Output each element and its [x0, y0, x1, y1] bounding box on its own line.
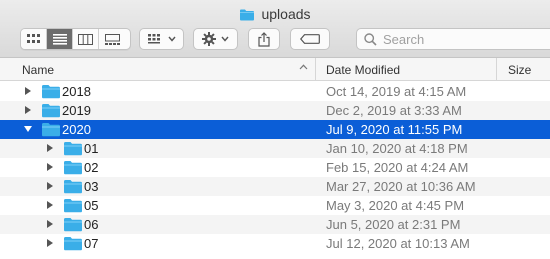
date-modified: Dec 2, 2019 at 3:33 AM — [326, 103, 462, 118]
folder-icon — [63, 179, 83, 197]
column-view-icon — [78, 33, 93, 45]
share-icon — [258, 31, 270, 47]
column-header: Name Date Modified Size — [0, 58, 550, 81]
list-view-icon — [52, 33, 67, 45]
file-name: 01 — [84, 141, 99, 156]
date-modified: Jul 9, 2020 at 11:55 PM — [326, 122, 463, 137]
disclosure-triangle-collapsed-icon[interactable] — [45, 200, 55, 210]
list-view-button[interactable] — [47, 29, 73, 49]
list-item[interactable]: 05 May 3, 2020 at 4:45 PM — [0, 196, 550, 215]
group-by-button[interactable] — [139, 28, 184, 50]
size-column-label: Size — [508, 62, 532, 77]
file-name: 2019 — [62, 103, 91, 118]
file-name: 05 — [84, 198, 99, 213]
date-modified: Jan 10, 2020 at 4:18 PM — [326, 141, 468, 156]
folder-icon — [36, 254, 56, 259]
date-modified: Oct 14, 2019 at 4:15 AM — [326, 84, 467, 99]
list-item[interactable]: 06 Jun 5, 2020 at 2:31 PM — [0, 215, 550, 234]
list-item[interactable]: 01 Jan 10, 2020 at 4:18 PM — [0, 139, 550, 158]
disclosure-triangle-collapsed-icon[interactable] — [45, 162, 55, 172]
folder-icon — [239, 8, 255, 21]
file-list: 2018 Oct 14, 2019 at 4:15 AM 2019 Dec 2, 20… — [0, 82, 550, 253]
list-item[interactable]: 2019 Dec 2, 2019 at 3:33 AM — [0, 101, 550, 120]
disclosure-triangle-collapsed-icon[interactable] — [45, 143, 55, 153]
group-by-icon — [147, 33, 160, 43]
list-item[interactable]: 03 Mar 27, 2020 at 10:36 AM — [0, 177, 550, 196]
folder-icon — [63, 141, 83, 159]
list-item[interactable]: 02 Feb 15, 2020 at 4:24 AM — [0, 158, 550, 177]
disclosure-triangle-collapsed-icon[interactable] — [45, 219, 55, 229]
list-item[interactable]: 2018 Oct 14, 2019 at 4:15 AM — [0, 82, 550, 101]
disclosure-triangle-collapsed-icon[interactable] — [23, 105, 33, 115]
icon-view-button[interactable] — [21, 29, 47, 49]
chevron-down-icon — [221, 36, 229, 42]
disclosure-triangle-collapsed-icon[interactable] — [45, 181, 55, 191]
date-modified-column-label: Date Modified — [326, 62, 401, 77]
file-name: 07 — [84, 236, 99, 251]
view-switcher — [20, 28, 131, 50]
window-title-text: uploads — [261, 6, 311, 22]
file-name: 06 — [84, 217, 99, 232]
file-name: 03 — [84, 179, 99, 194]
file-name: 2018 — [62, 84, 91, 99]
sort-ascending-icon — [299, 64, 308, 70]
disclosure-triangle-collapsed-icon[interactable] — [45, 238, 55, 248]
file-name: 02 — [84, 160, 99, 175]
tags-button[interactable] — [290, 28, 330, 50]
gear-icon — [202, 32, 216, 46]
search-input[interactable] — [383, 31, 533, 47]
list-item[interactable]: 07 Jul 12, 2020 at 10:13 AM — [0, 234, 550, 253]
folder-icon — [63, 217, 83, 235]
folder-icon — [41, 84, 61, 102]
column-view-button[interactable] — [73, 29, 99, 49]
list-item[interactable]: 2020 Jul 9, 2020 at 11:55 PM — [0, 120, 550, 139]
search-icon — [364, 32, 377, 46]
size-column-header[interactable]: Size — [497, 58, 550, 81]
folder-icon — [41, 103, 61, 121]
search-field[interactable] — [356, 28, 550, 50]
date-modified: Jun 5, 2020 at 2:31 PM — [326, 217, 461, 232]
folder-icon — [41, 122, 61, 140]
date-modified: May 3, 2020 at 4:45 PM — [326, 198, 465, 213]
date-modified-column-header[interactable]: Date Modified — [316, 58, 497, 81]
tag-icon — [300, 34, 320, 44]
disclosure-triangle-expanded-icon[interactable] — [23, 124, 33, 134]
disclosure-triangle-collapsed-icon[interactable] — [23, 86, 33, 96]
gallery-view-icon — [104, 33, 120, 45]
date-modified: Jul 12, 2020 at 10:13 AM — [326, 236, 470, 251]
action-button[interactable] — [193, 28, 238, 50]
folder-icon — [63, 198, 83, 216]
folder-icon — [63, 236, 83, 254]
window-title: uploads — [0, 4, 550, 24]
date-modified: Feb 15, 2020 at 4:24 AM — [326, 160, 469, 175]
date-modified: Mar 27, 2020 at 10:36 AM — [326, 179, 476, 194]
folder-icon — [63, 160, 83, 178]
chevron-down-icon — [167, 36, 176, 42]
file-name: 2020 — [62, 122, 91, 137]
name-column-header[interactable]: Name — [0, 58, 316, 81]
share-button[interactable] — [248, 28, 280, 50]
gallery-view-button[interactable] — [99, 29, 125, 49]
icon-view-icon — [26, 34, 40, 43]
name-column-label: Name — [22, 62, 55, 77]
window-toolbar: uploads — [0, 0, 550, 58]
